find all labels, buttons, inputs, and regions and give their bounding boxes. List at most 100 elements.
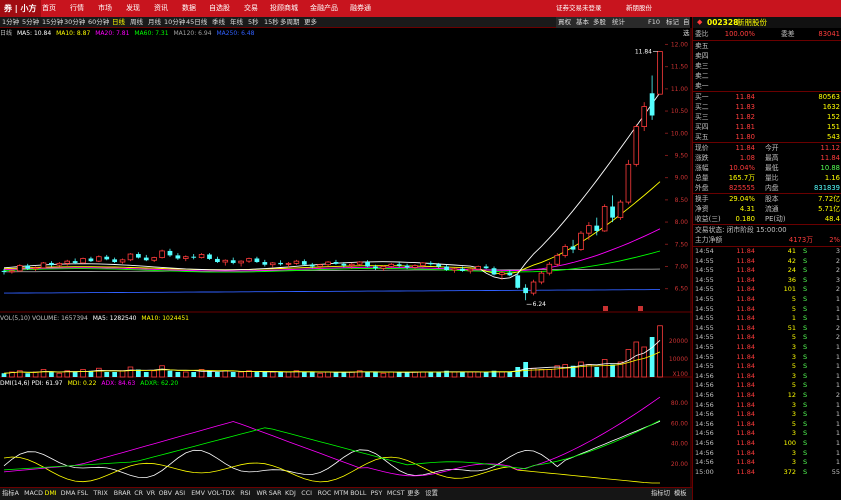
buy-volume: 1632	[822, 103, 840, 111]
tick-time: 14:56	[695, 429, 714, 438]
volume-bar-down	[436, 372, 442, 377]
candle-body-up	[562, 246, 568, 256]
price-axis-label: 7.00	[675, 263, 689, 270]
indicator-tab[interactable]: VR	[146, 488, 155, 500]
indicator-tab[interactable]: EMV	[191, 488, 205, 500]
stat-value: 11.12	[820, 144, 840, 152]
candle-body-down	[649, 93, 655, 116]
indicator-tab[interactable]: TRIX	[93, 488, 107, 500]
main-flow-pct: 2%	[829, 236, 840, 244]
indicator-tab[interactable]: 设置	[425, 488, 438, 500]
buy-volume: 80563	[818, 93, 840, 101]
indicator-tab[interactable]: OBV	[159, 488, 172, 500]
volume-bar-down	[649, 337, 655, 377]
tick-count: 1	[835, 352, 840, 361]
volume-bar-up	[32, 371, 39, 378]
tick-volume: 51	[787, 323, 796, 332]
volume-bar-up	[546, 369, 553, 378]
tick-price: 11.84	[736, 400, 755, 409]
candle-body-down	[507, 272, 513, 276]
candle-body-down	[207, 254, 212, 259]
indicator-tab[interactable]: 更多	[407, 488, 420, 500]
candle-body-up	[538, 272, 545, 283]
candle-body-up	[325, 261, 331, 266]
tick-volume: 5	[791, 304, 796, 313]
buy-price: 11.83	[735, 103, 755, 111]
tick-price: 11.84	[736, 448, 755, 457]
tick-direction: S	[803, 439, 808, 447]
template-button[interactable]: 模板	[674, 488, 687, 500]
stat-label: 现价	[695, 144, 709, 152]
tick-direction: S	[803, 458, 808, 467]
volume-axis-unit: X100	[672, 371, 688, 378]
indicator-tab[interactable]: VOL-TDX	[208, 488, 235, 500]
indicator-tab[interactable]: MACD	[24, 488, 43, 500]
volume-bar-down	[175, 372, 181, 377]
indicator-tab[interactable]: KDJ	[285, 488, 296, 500]
indicator-tab[interactable]: WR	[257, 488, 268, 500]
indicator-tab[interactable]: MCST	[387, 488, 405, 500]
dmi-pdi-line	[3, 420, 661, 479]
candle-body-up	[9, 270, 15, 273]
indicator-tab[interactable]: BRAR	[114, 488, 131, 500]
candle-body-down	[262, 262, 268, 265]
indicator-tab[interactable]: DMI	[45, 488, 57, 500]
sell-level-label: 卖一	[695, 82, 709, 90]
buy-level-label: 买四	[695, 123, 709, 131]
stat-row: 净资 4.31 流通 5.71亿	[693, 204, 841, 214]
indicator-tab[interactable]: ROC	[318, 488, 332, 500]
price-axis-label: 11.00	[671, 86, 688, 93]
main-flow-label: 主力净额	[695, 236, 723, 244]
tick-direction: S	[803, 410, 808, 419]
indicator-tab[interactable]: FSL	[77, 488, 88, 500]
indicator-tab[interactable]: ASI	[175, 488, 185, 500]
kline-chart[interactable]: 12.00 11.50 11.00 10.50 10.00 9.50 9.00 8.50 8.0…	[0, 0, 692, 487]
candle-body-up	[40, 262, 47, 269]
candle-body-up	[554, 254, 561, 265]
tick-count: 1	[835, 410, 840, 419]
tick-count: 1	[835, 381, 840, 390]
indicator-tab[interactable]: DMA	[61, 488, 76, 500]
volume-bar-down	[594, 367, 600, 377]
indicator-tab[interactable]: BOLL	[350, 488, 366, 500]
dmi-adx: ADX: 84.63	[101, 380, 136, 387]
tick-price: 11.84	[736, 439, 755, 447]
stat-value: 1.16	[824, 174, 840, 182]
stat-label: 最高	[765, 154, 779, 162]
stat-value: 10.88	[820, 164, 840, 172]
candle-body-down	[436, 264, 442, 267]
tick-direction: S	[803, 314, 808, 323]
candle-body-up	[198, 254, 205, 258]
indicator-tab[interactable]: MTM	[334, 488, 349, 500]
buy-level-label: 买五	[695, 133, 709, 141]
volume-bar-down	[230, 372, 236, 377]
weicha-value: 83041	[818, 30, 840, 38]
ma-ma60-line	[3, 250, 661, 273]
indicator-switch[interactable]: 指标切	[651, 488, 670, 500]
buy-level-row: 买三 11.82 152	[693, 112, 841, 122]
buy-price: 11.82	[735, 113, 755, 121]
volume-bar-down	[104, 372, 110, 377]
indicator-tab[interactable]: 指标A	[2, 488, 19, 500]
candle-body-down	[25, 265, 31, 269]
tick-volume: 3	[791, 400, 796, 409]
tick-time: 14:56	[695, 400, 714, 409]
candle-body-down	[309, 264, 315, 267]
stat-row: 换手 29.04% 股本 7.72亿	[693, 194, 841, 204]
volume-ma5: MA5: 1282540	[92, 315, 137, 322]
tick-count: 2	[835, 256, 840, 265]
sell-level-row: 卖四	[693, 51, 841, 61]
tick-direction: S	[803, 429, 808, 438]
candle-body-up	[151, 257, 157, 261]
indicator-tab[interactable]: RSI	[240, 488, 250, 500]
buy-volume: 152	[827, 113, 840, 121]
tick-price: 11.84	[736, 333, 755, 342]
indicator-tab[interactable]: CR	[134, 488, 143, 500]
indicator-tab[interactable]: PSY	[371, 488, 383, 500]
stat-label: 外盘	[695, 184, 709, 192]
candle-body-up	[159, 250, 165, 258]
tick-time: 14:55	[695, 352, 714, 361]
candle-body-up	[356, 261, 363, 265]
indicator-tab[interactable]: CCI	[301, 488, 312, 500]
indicator-tab[interactable]: SAR	[269, 488, 282, 500]
